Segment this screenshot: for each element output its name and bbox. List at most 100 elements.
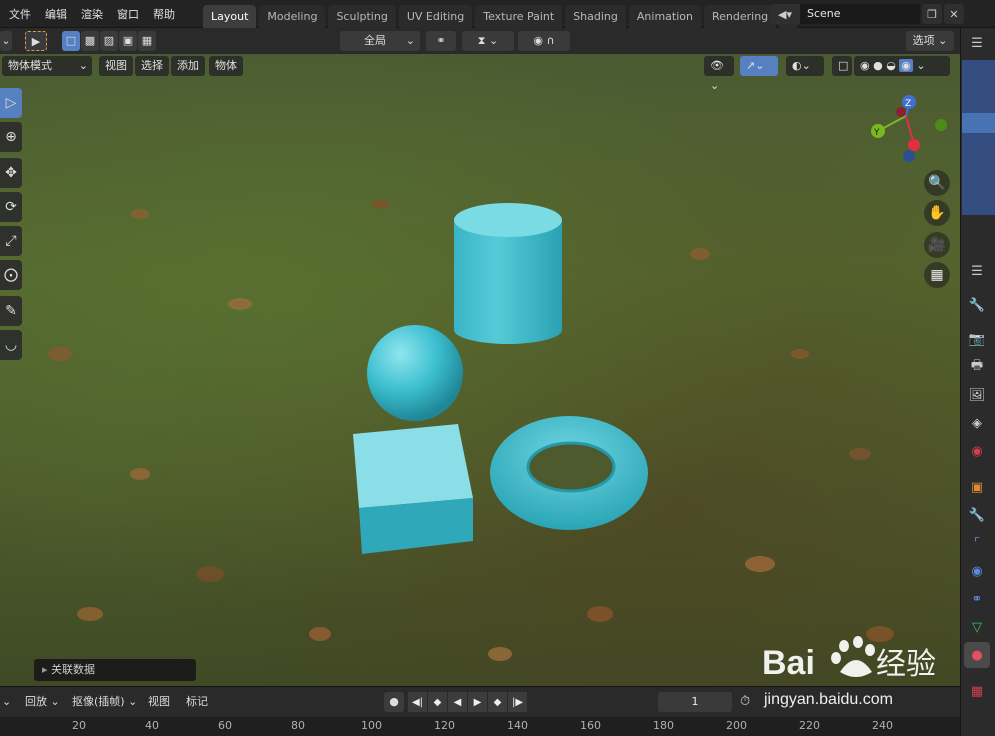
outliner-selected-row[interactable] xyxy=(962,113,995,133)
tool-shelf: ▷ ⊕ ✥ ⟳ ⤢ ⨀ ✎ ◡ xyxy=(0,88,22,364)
editor-type-icon[interactable]: ☰ xyxy=(964,30,990,56)
hand-icon[interactable]: ✋ xyxy=(924,200,950,226)
select-mode-extend-icon[interactable]: ▩ xyxy=(81,31,99,51)
select-mode-intersect-icon[interactable]: ▦ xyxy=(138,31,156,51)
select-mode-new-icon[interactable]: □ xyxy=(62,31,80,51)
move-icon[interactable]: ✥ xyxy=(0,158,22,188)
auto-key-icon[interactable]: ● xyxy=(384,692,404,712)
playback-menu[interactable]: 回放 ⌄ xyxy=(25,692,60,712)
viewport-header: 物体模式 ⌄ 视图 选择 添加 物体 👁⌄ ↗⌄ ◐⌄ □ ◉ ● ◒ ◉ ⌄ xyxy=(0,56,960,92)
snap-icon[interactable]: ⧗ ⌄ xyxy=(462,31,514,51)
last-operator-panel[interactable]: ▸ 关联数据 xyxy=(34,659,196,681)
keying-menu[interactable]: 抠像(插帧) ⌄ xyxy=(72,692,137,712)
last-operator-label: 关联数据 xyxy=(51,663,96,676)
tab-uv-editing[interactable]: UV Editing xyxy=(398,5,473,28)
editor-type-button[interactable]: ⌄ xyxy=(2,692,11,712)
particles-icon[interactable]: ⌜ xyxy=(964,530,990,556)
outliner-area[interactable] xyxy=(962,60,995,215)
ruler-tick: 200 xyxy=(726,719,747,732)
xray-icon[interactable]: □ xyxy=(832,56,852,76)
select-mode-invert-icon[interactable]: ▣ xyxy=(119,31,137,51)
tab-modeling[interactable]: Modeling xyxy=(259,5,326,28)
constraints-icon[interactable]: ⚭ xyxy=(964,586,990,612)
view-menu[interactable]: 视图 xyxy=(148,692,170,712)
menu-file[interactable]: 文件 xyxy=(2,6,38,22)
object-properties-icon[interactable]: ▣ xyxy=(964,474,990,500)
physics-icon[interactable]: ◉ xyxy=(964,558,990,584)
transform-orientation-dropdown[interactable]: 全局 ⌄ xyxy=(340,31,420,51)
menu-help[interactable]: 帮助 xyxy=(146,6,182,22)
tab-animation[interactable]: Animation xyxy=(628,5,701,28)
material-icon[interactable]: ● xyxy=(964,642,990,668)
modifier-icon[interactable]: 🔧 xyxy=(964,502,990,528)
select-menu[interactable]: 选择 xyxy=(135,56,169,76)
clock-icon[interactable]: ⏱ xyxy=(740,692,750,712)
rotate-icon[interactable]: ⟳ xyxy=(0,192,22,222)
options-label: 选项 xyxy=(912,34,935,47)
shading-modes[interactable]: ◉ ● ◒ ◉ ⌄ xyxy=(854,56,950,76)
gizmo-z-label: Z xyxy=(905,99,911,109)
camera-icon[interactable]: 🎥 xyxy=(924,232,950,258)
scene-icon[interactable]: ◀▾ xyxy=(770,4,800,24)
object-mode-dropdown[interactable]: 物体模式 ⌄ xyxy=(2,56,92,76)
jump-start-icon[interactable]: ◀| xyxy=(408,692,427,712)
select-tool-icon[interactable]: ▶ xyxy=(25,31,47,51)
view-menu[interactable]: 视图 xyxy=(99,56,133,76)
scale-icon[interactable]: ⤢ xyxy=(0,226,22,256)
gizmo-toggle-icon[interactable]: ↗⌄ xyxy=(740,56,778,76)
select-mode-subtract-icon[interactable]: ▨ xyxy=(100,31,118,51)
transform-icon[interactable]: ⨀ xyxy=(0,260,22,290)
proportional-edit-icon[interactable]: ◉ ∩ xyxy=(518,31,570,51)
menu-edit[interactable]: 编辑 xyxy=(38,6,74,22)
output-properties-icon[interactable]: 🖶 xyxy=(964,354,990,380)
render-properties-icon[interactable]: 📷 xyxy=(964,326,990,352)
3d-viewport[interactable]: 物体模式 ⌄ 视图 选择 添加 物体 👁⌄ ↗⌄ ◐⌄ □ ◉ ● ◒ ◉ ⌄ … xyxy=(0,54,960,686)
measure-icon[interactable]: ◡ xyxy=(0,330,22,360)
annotate-icon[interactable]: ✎ xyxy=(0,296,22,326)
view-layer-icon[interactable]: 🖼 xyxy=(964,382,990,408)
transform-orientation-label: 全局 xyxy=(364,34,386,47)
timeline-ruler[interactable]: 1 20 40 60 80 100 120 140 160 180 200 22… xyxy=(0,717,960,736)
object-data-icon[interactable]: ▽ xyxy=(964,614,990,640)
ruler-tick: 80 xyxy=(291,719,305,732)
play-icon[interactable]: ▶ xyxy=(468,692,487,712)
tool-settings-icon[interactable]: 🔧 xyxy=(964,292,990,318)
tab-layout[interactable]: Layout xyxy=(203,5,257,28)
cursor-icon[interactable]: ⊕ xyxy=(0,122,22,152)
pivot-point-icon[interactable]: ⚭ xyxy=(426,31,456,51)
tab-rendering[interactable]: Rendering xyxy=(703,5,777,28)
options-dropdown[interactable]: 选项 ⌄ xyxy=(906,31,954,51)
menu-render[interactable]: 渲染 xyxy=(74,6,110,22)
object-mode-label: 物体模式 xyxy=(8,59,52,72)
object-menu[interactable]: 物体 xyxy=(209,56,243,76)
navigation-gizmo[interactable]: Z Y xyxy=(864,92,954,172)
tab-texture-paint[interactable]: Texture Paint xyxy=(475,5,563,28)
ruler-tick: 120 xyxy=(434,719,455,732)
overlay-icon[interactable]: ◐⌄ xyxy=(786,56,824,76)
watermark-brand: Bai xyxy=(762,644,815,682)
scene-name-field[interactable]: Scene xyxy=(800,4,920,24)
texture-icon[interactable]: ▦ xyxy=(964,678,990,704)
jump-end-icon[interactable]: |▶ xyxy=(508,692,527,712)
properties-editor-icon[interactable]: ☰ xyxy=(964,258,990,284)
close-icon[interactable]: ✕ xyxy=(944,4,964,24)
tab-shading[interactable]: Shading xyxy=(565,5,626,28)
world-properties-icon[interactable]: ◉ xyxy=(964,438,990,464)
next-keyframe-icon[interactable]: ◆ xyxy=(488,692,507,712)
editor-type-button[interactable]: ⌄ xyxy=(0,31,12,51)
menu-window[interactable]: 窗口 xyxy=(110,6,146,22)
workspace-tabs: Layout Modeling Sculpting UV Editing Tex… xyxy=(203,5,800,28)
current-frame-field[interactable]: 1 xyxy=(658,692,732,712)
tab-sculpting[interactable]: Sculpting xyxy=(328,5,396,28)
ruler-tick: 40 xyxy=(145,719,159,732)
marker-menu[interactable]: 标记 xyxy=(186,692,208,712)
zoom-icon[interactable]: 🔍 xyxy=(924,170,950,196)
scene-properties-icon[interactable]: ◈ xyxy=(964,410,990,436)
select-box-icon[interactable]: ▷ xyxy=(0,88,22,118)
play-reverse-icon[interactable]: ◀ xyxy=(448,692,467,712)
visibility-icon[interactable]: 👁⌄ xyxy=(704,56,734,92)
duplicate-scene-icon[interactable]: ❐ xyxy=(922,4,942,24)
grid-icon[interactable]: ▦ xyxy=(924,262,950,288)
add-menu[interactable]: 添加 xyxy=(171,56,205,76)
prev-keyframe-icon[interactable]: ◆ xyxy=(428,692,447,712)
